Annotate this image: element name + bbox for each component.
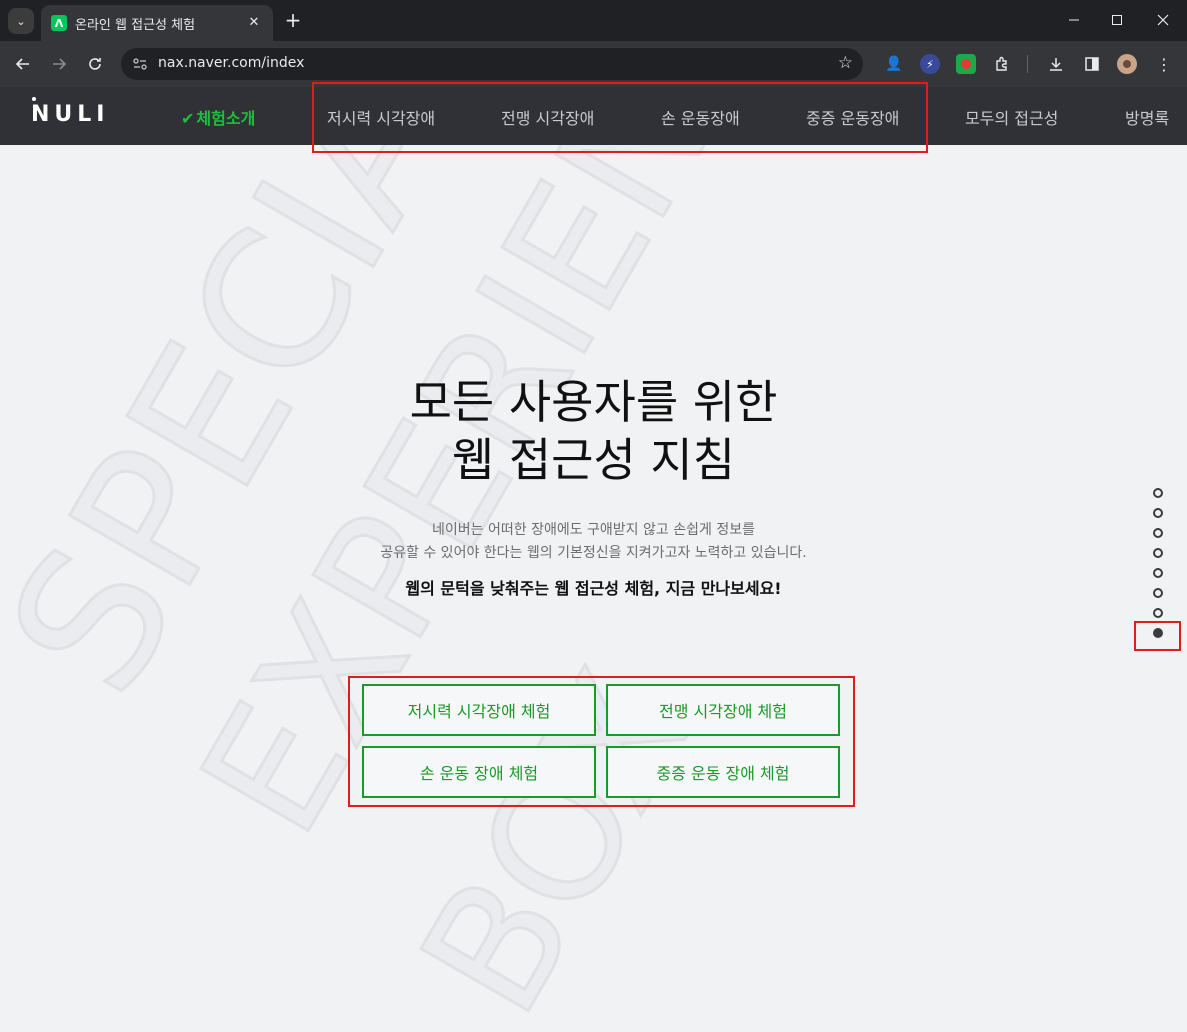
- hero-description-line: 공유할 수 있어야 한다는 웹의 기본정신을 지켜가고자 노력하고 있습니다.: [380, 545, 807, 561]
- record-extension-icon[interactable]: [956, 54, 976, 74]
- tab-title: 온라인 웹 접근성 체험: [75, 17, 196, 33]
- nav-item-severe-motor[interactable]: 중증 운동장애: [806, 105, 899, 129]
- maximize-button[interactable]: [1102, 6, 1132, 34]
- blind-experience-button[interactable]: 전맹 시각장애 체험: [606, 684, 840, 736]
- nav-item-blind[interactable]: 전맹 시각장애: [501, 105, 594, 129]
- profile-extension-icon[interactable]: 👤: [884, 54, 904, 74]
- pager-dot[interactable]: [1153, 528, 1163, 538]
- close-icon: [1157, 14, 1169, 26]
- hero-title: 모든 사용자를 위한 웹 접근성 지침: [0, 373, 1187, 489]
- toolbar-divider: [1027, 55, 1028, 73]
- check-icon: ✔: [181, 109, 195, 128]
- more-menu-icon[interactable]: ⋮: [1154, 54, 1174, 74]
- url-text[interactable]: nax.naver.com/index: [158, 55, 304, 71]
- low-vision-experience-button[interactable]: 저시력 시각장애 체험: [362, 684, 596, 736]
- download-icon[interactable]: [1046, 54, 1066, 74]
- back-arrow-icon: [15, 58, 29, 70]
- main-hero: SPECIAL EXPERIENCE BOX 모든 사용자를 위한 웹 접근성 …: [0, 145, 1187, 1032]
- pager-dot[interactable]: [1153, 568, 1163, 578]
- severe-motor-experience-button[interactable]: 중증 운동 장애 체험: [606, 746, 840, 798]
- tab-search-button[interactable]: ⌄: [8, 8, 34, 34]
- maximize-icon: [1112, 15, 1122, 25]
- pager-dot[interactable]: [1153, 548, 1163, 558]
- address-bar[interactable]: nax.naver.com/index ☆: [121, 48, 863, 80]
- logo-dot: [32, 97, 36, 101]
- pager-dot[interactable]: [1153, 608, 1163, 618]
- avatar[interactable]: [1117, 54, 1137, 74]
- back-button[interactable]: [10, 51, 36, 77]
- browser-tab[interactable]: Λ 온라인 웹 접근성 체험 ✕: [41, 5, 273, 41]
- browser-toolbar: nax.naver.com/index ☆ 👤 ⚡ ⋮: [0, 41, 1187, 87]
- hero-callout: 웹의 문턱을 낮춰주는 웹 접근성 체험, 지금 만나보세요!: [405, 579, 782, 598]
- site-info-icon[interactable]: [130, 54, 150, 74]
- hero-description: 네이버는 어떠한 장애에도 구애받지 않고 손쉽게 정보를 공유할 수 있어야 …: [0, 519, 1187, 565]
- side-panel-icon[interactable]: [1082, 54, 1102, 74]
- reload-button[interactable]: [82, 51, 108, 77]
- forward-arrow-icon: [53, 58, 67, 70]
- chevron-down-icon: ⌄: [16, 14, 26, 28]
- favicon-icon: Λ: [51, 15, 67, 31]
- hero-description-line: 네이버는 어떠한 장애에도 구애받지 않고 손쉽게 정보를: [432, 522, 755, 538]
- pager-dot-active[interactable]: [1153, 628, 1163, 638]
- pager-dot[interactable]: [1153, 508, 1163, 518]
- nav-item-guestbook[interactable]: 방명록: [1125, 105, 1169, 129]
- hero-title-line: 모든 사용자를 위한: [409, 375, 778, 429]
- tab-close-icon[interactable]: ✕: [245, 13, 263, 31]
- hand-motor-experience-button[interactable]: 손 운동 장애 체험: [362, 746, 596, 798]
- nav-item-low-vision[interactable]: 저시력 시각장애: [327, 105, 435, 129]
- extensions-puzzle-icon[interactable]: [992, 54, 1012, 74]
- minimize-button[interactable]: [1059, 6, 1089, 34]
- nav-item-intro[interactable]: ✔ 체험소개: [181, 105, 255, 129]
- forward-button[interactable]: [46, 51, 72, 77]
- bookmark-star-icon[interactable]: ☆: [838, 53, 853, 73]
- site-header: NULI ✔ 체험소개 저시력 시각장애 전맹 시각장애 손 운동장애 중증 운동…: [0, 87, 1187, 145]
- nav-label: 체험소개: [196, 109, 256, 128]
- nav-item-accessibility-for-all[interactable]: 모두의 접근성: [965, 105, 1058, 129]
- pager-dot[interactable]: [1153, 488, 1163, 498]
- hero-title-line: 웹 접근성 지침: [451, 433, 736, 487]
- new-tab-button[interactable]: +: [282, 10, 304, 32]
- close-window-button[interactable]: [1148, 6, 1178, 34]
- minimize-icon: [1069, 19, 1079, 21]
- reload-icon: [89, 58, 101, 70]
- pager-dot[interactable]: [1153, 588, 1163, 598]
- lightning-extension-icon[interactable]: ⚡: [920, 54, 940, 74]
- nav-item-hand-motor[interactable]: 손 운동장애: [661, 105, 740, 129]
- site-logo[interactable]: NULI: [31, 102, 109, 127]
- browser-tabstrip: ⌄ Λ 온라인 웹 접근성 체험 ✕ +: [0, 0, 1187, 41]
